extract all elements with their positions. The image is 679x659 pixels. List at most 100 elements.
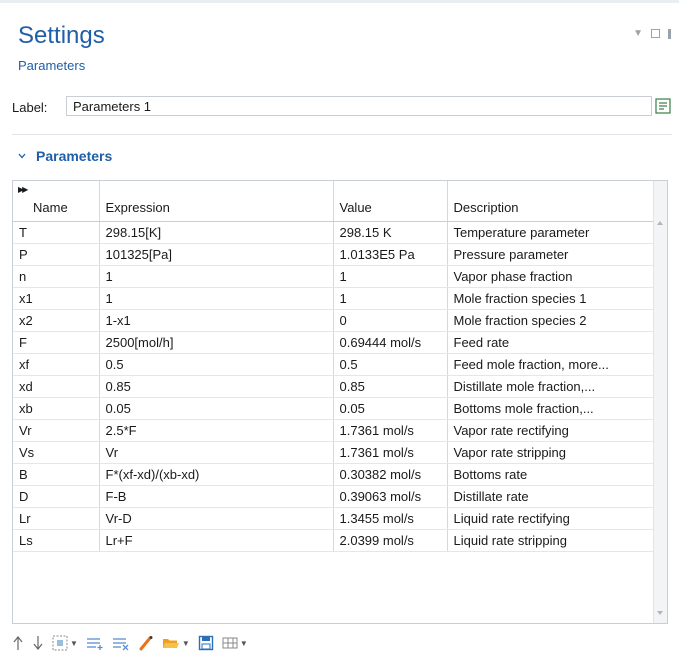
cell-name[interactable]: x2 bbox=[13, 309, 100, 332]
cell-name[interactable]: Vr bbox=[13, 419, 100, 442]
cell-expression[interactable]: 0.5 bbox=[99, 353, 334, 376]
cell-description[interactable]: Feed rate bbox=[447, 331, 657, 354]
table-row[interactable]: D F-B 0.39063 mol/s Distillate rate bbox=[13, 485, 657, 508]
table-row[interactable]: xf 0.5 0.5 Feed mole fraction, more... bbox=[13, 353, 657, 376]
column-header-description[interactable]: Description bbox=[447, 181, 657, 222]
expand-columns-icon[interactable]: ▶▶ bbox=[18, 185, 28, 194]
scrollbar-thumb[interactable] bbox=[656, 237, 664, 437]
move-down-icon[interactable] bbox=[32, 634, 44, 652]
cell-value[interactable]: 1.7361 mol/s bbox=[333, 441, 448, 464]
table-row[interactable]: x2 1-x1 0 Mole fraction species 2 bbox=[13, 309, 657, 332]
cell-expression[interactable]: Vr bbox=[99, 441, 334, 464]
table-row[interactable]: Ls Lr+F 2.0399 mol/s Liquid rate stripping bbox=[13, 529, 657, 552]
cell-value[interactable]: 298.15 K bbox=[333, 221, 448, 244]
cell-description[interactable]: Liquid rate stripping bbox=[447, 529, 657, 552]
label-input[interactable]: Parameters 1 bbox=[66, 96, 652, 116]
cell-value[interactable]: 1.0133E5 Pa bbox=[333, 243, 448, 266]
table-row[interactable]: Vs Vr 1.7361 mol/s Vapor rate stripping bbox=[13, 441, 657, 464]
top-border bbox=[0, 0, 679, 3]
cell-value[interactable]: 0.69444 mol/s bbox=[333, 331, 448, 354]
cell-description[interactable]: Vapor phase fraction bbox=[447, 265, 657, 288]
cell-expression[interactable]: Lr+F bbox=[99, 529, 334, 552]
cell-value[interactable]: 2.0399 mol/s bbox=[333, 529, 448, 552]
cell-description[interactable]: Vapor rate stripping bbox=[447, 441, 657, 464]
cell-name[interactable]: Vs bbox=[13, 441, 100, 464]
chevron-down-icon[interactable]: ▼ bbox=[633, 28, 643, 39]
cell-name[interactable]: D bbox=[13, 485, 100, 508]
cell-expression[interactable]: 0.85 bbox=[99, 375, 334, 398]
cell-name[interactable]: x1 bbox=[13, 287, 100, 310]
table-row[interactable]: B F*(xf-xd)/(xb-xd) 0.30382 mol/s Bottoms r… bbox=[13, 463, 657, 486]
select-grid-icon[interactable]: ▼ bbox=[52, 634, 78, 652]
pipette-icon[interactable] bbox=[138, 634, 154, 652]
label-options-icon[interactable] bbox=[654, 96, 672, 116]
cell-value[interactable]: 0.5 bbox=[333, 353, 448, 376]
cell-description[interactable]: Mole fraction species 1 bbox=[447, 287, 657, 310]
column-header-expression[interactable]: Expression bbox=[99, 181, 334, 222]
cell-expression[interactable]: 2.5*F bbox=[99, 419, 334, 442]
scroll-up-icon[interactable] bbox=[657, 221, 663, 225]
cell-name[interactable]: Lr bbox=[13, 507, 100, 530]
table-row[interactable]: F 2500[mol/h] 0.69444 mol/s Feed rate bbox=[13, 331, 657, 354]
cell-expression[interactable]: 298.15[K] bbox=[99, 221, 334, 244]
maximize-icon[interactable] bbox=[651, 29, 660, 38]
cell-description[interactable]: Pressure parameter bbox=[447, 243, 657, 266]
cell-name[interactable]: n bbox=[13, 265, 100, 288]
cell-value[interactable]: 0.39063 mol/s bbox=[333, 485, 448, 508]
cell-expression[interactable]: 1 bbox=[99, 287, 334, 310]
column-header-name[interactable]: ▶▶ Name bbox=[13, 181, 100, 222]
table-row[interactable]: n 1 1 Vapor phase fraction bbox=[13, 265, 657, 288]
pin-icon[interactable] bbox=[668, 28, 671, 39]
cell-value[interactable]: 1 bbox=[333, 287, 448, 310]
vertical-scrollbar[interactable] bbox=[653, 181, 667, 623]
cell-description[interactable]: Distillate rate bbox=[447, 485, 657, 508]
cell-description[interactable]: Distillate mole fraction,... bbox=[447, 375, 657, 398]
cell-description[interactable]: Feed mole fraction, more... bbox=[447, 353, 657, 376]
add-row-icon[interactable] bbox=[86, 634, 104, 652]
cell-expression[interactable]: 1-x1 bbox=[99, 309, 334, 332]
cell-description[interactable]: Liquid rate rectifying bbox=[447, 507, 657, 530]
clear-rows-icon[interactable] bbox=[112, 634, 130, 652]
cell-expression[interactable]: F-B bbox=[99, 485, 334, 508]
cell-name[interactable]: xf bbox=[13, 353, 100, 376]
cell-name[interactable]: F bbox=[13, 331, 100, 354]
cell-description[interactable]: Mole fraction species 2 bbox=[447, 309, 657, 332]
cell-value[interactable]: 1 bbox=[333, 265, 448, 288]
cell-expression[interactable]: 101325[Pa] bbox=[99, 243, 334, 266]
section-header-parameters[interactable]: Parameters bbox=[18, 148, 112, 164]
table-row[interactable]: P 101325[Pa] 1.0133E5 Pa Pressure parameter bbox=[13, 243, 657, 266]
table-row[interactable]: x1 1 1 Mole fraction species 1 bbox=[13, 287, 657, 310]
cell-expression[interactable]: Vr-D bbox=[99, 507, 334, 530]
cell-expression[interactable]: 1 bbox=[99, 265, 334, 288]
cell-description[interactable]: Vapor rate rectifying bbox=[447, 419, 657, 442]
cell-expression[interactable]: 2500[mol/h] bbox=[99, 331, 334, 354]
cell-name[interactable]: T bbox=[13, 221, 100, 244]
cell-value[interactable]: 1.3455 mol/s bbox=[333, 507, 448, 530]
cell-description[interactable]: Bottoms rate bbox=[447, 463, 657, 486]
move-up-icon[interactable] bbox=[12, 634, 24, 652]
table-options-icon[interactable]: ▼ bbox=[222, 634, 248, 652]
cell-name[interactable]: xb bbox=[13, 397, 100, 420]
column-header-value[interactable]: Value bbox=[333, 181, 448, 222]
cell-value[interactable]: 0.85 bbox=[333, 375, 448, 398]
table-row[interactable]: Lr Vr-D 1.3455 mol/s Liquid rate rectifying bbox=[13, 507, 657, 530]
table-row[interactable]: xd 0.85 0.85 Distillate mole fraction,... bbox=[13, 375, 657, 398]
cell-description[interactable]: Bottoms mole fraction,... bbox=[447, 397, 657, 420]
cell-value[interactable]: 0.30382 mol/s bbox=[333, 463, 448, 486]
save-icon[interactable] bbox=[198, 634, 214, 652]
table-row[interactable]: xb 0.05 0.05 Bottoms mole fraction,... bbox=[13, 397, 657, 420]
cell-value[interactable]: 1.7361 mol/s bbox=[333, 419, 448, 442]
cell-expression[interactable]: F*(xf-xd)/(xb-xd) bbox=[99, 463, 334, 486]
cell-name[interactable]: P bbox=[13, 243, 100, 266]
cell-value[interactable]: 0.05 bbox=[333, 397, 448, 420]
cell-value[interactable]: 0 bbox=[333, 309, 448, 332]
open-folder-icon[interactable]: ▼ bbox=[162, 634, 190, 652]
cell-description[interactable]: Temperature parameter bbox=[447, 221, 657, 244]
scroll-down-icon[interactable] bbox=[657, 611, 663, 615]
table-row[interactable]: T 298.15[K] 298.15 K Temperature parameter bbox=[13, 221, 657, 244]
table-row[interactable]: Vr 2.5*F 1.7361 mol/s Vapor rate rectifying bbox=[13, 419, 657, 442]
cell-expression[interactable]: 0.05 bbox=[99, 397, 334, 420]
cell-name[interactable]: B bbox=[13, 463, 100, 486]
cell-name[interactable]: xd bbox=[13, 375, 100, 398]
cell-name[interactable]: Ls bbox=[13, 529, 100, 552]
